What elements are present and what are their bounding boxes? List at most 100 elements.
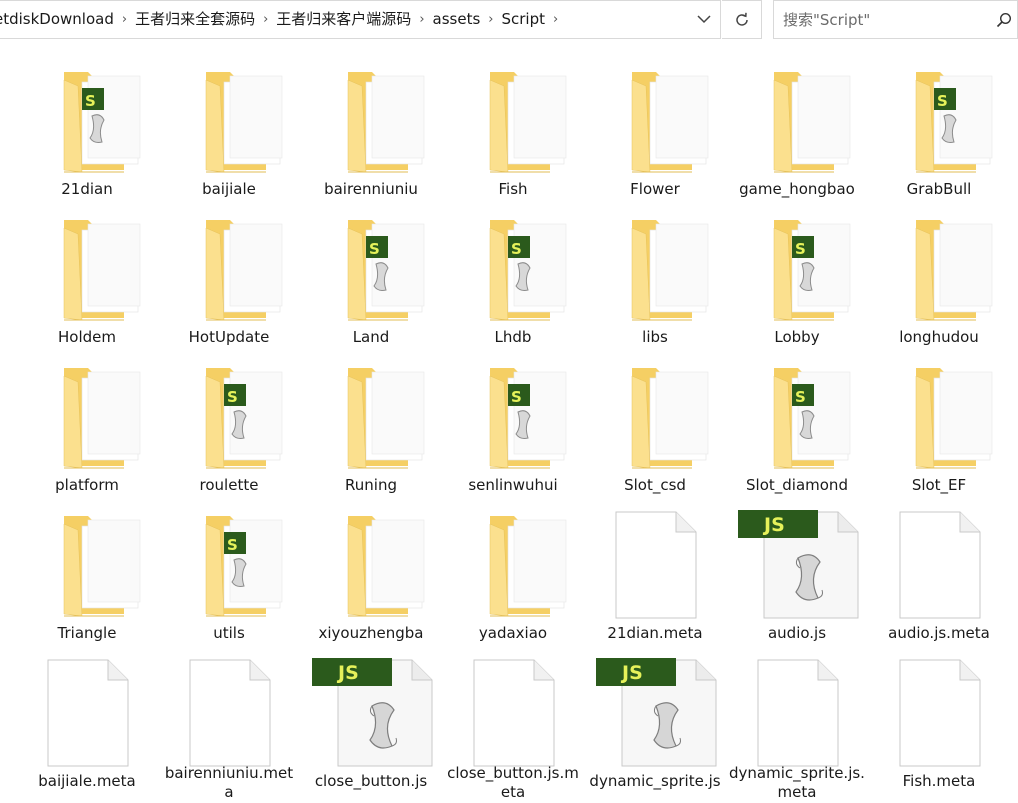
item-label: audio.js	[767, 624, 827, 642]
folder-item[interactable]: S 21dian	[16, 64, 158, 210]
item-label: senlinwuhui	[468, 476, 558, 494]
search-input[interactable]	[783, 10, 991, 29]
folder-item[interactable]: game_hongbao	[726, 64, 868, 210]
item-label: yadaxiao	[478, 624, 548, 642]
folder-item[interactable]: Triangle	[16, 508, 158, 654]
folder-item[interactable]: baijiale	[158, 64, 300, 210]
folder-item[interactable]: S Lobby	[726, 212, 868, 358]
folder-icon	[442, 508, 584, 624]
folder-with-js-icon: S	[868, 64, 1010, 180]
folder-item[interactable]: S Lhdb	[442, 212, 584, 358]
file-item[interactable]: JS audio.js	[726, 508, 868, 654]
blank-file-icon	[16, 656, 158, 772]
folder-icon	[300, 360, 442, 476]
folder-item[interactable]: S GrabBull	[868, 64, 1010, 210]
item-label: HotUpdate	[188, 328, 270, 346]
blank-file-icon	[584, 508, 726, 624]
folder-item[interactable]: HotUpdate	[158, 212, 300, 358]
item-label: libs	[642, 328, 668, 346]
folder-icon	[300, 508, 442, 624]
file-item[interactable]: dynamic_sprite.js.meta	[726, 656, 868, 802]
folder-item[interactable]: bairenniuniu	[300, 64, 442, 210]
breadcrumb-chevron-icon[interactable]: ›	[120, 1, 129, 38]
file-item[interactable]: close_button.js.meta	[442, 656, 584, 802]
breadcrumb-chevron-icon[interactable]: ›	[261, 1, 270, 38]
item-label: close_button.js	[314, 772, 428, 790]
breadcrumb-item[interactable]: Script	[495, 1, 551, 38]
file-item[interactable]: Fish.meta	[868, 656, 1010, 802]
folder-icon	[442, 64, 584, 180]
svg-text:S: S	[795, 388, 806, 406]
js-file-icon: JS	[300, 656, 442, 772]
folder-item[interactable]: S utils	[158, 508, 300, 654]
breadcrumb-chevron-icon[interactable]: ›	[551, 1, 560, 38]
file-item[interactable]: audio.js.meta	[868, 508, 1010, 654]
folder-with-js-icon: S	[158, 360, 300, 476]
file-grid: S 21dian baijiale bairenniuniu Fish Flow…	[0, 40, 1018, 803]
item-label: Slot_EF	[911, 476, 967, 494]
folder-item[interactable]: Fish	[442, 64, 584, 210]
folder-item[interactable]: Slot_csd	[584, 360, 726, 506]
folder-icon	[300, 64, 442, 180]
folder-item[interactable]: Runing	[300, 360, 442, 506]
item-label: audio.js.meta	[888, 624, 990, 642]
blank-file-icon	[158, 656, 300, 767]
breadcrumb-item[interactable]: assets	[427, 1, 487, 38]
breadcrumb-item[interactable]: 王者归来客户端源码	[270, 1, 417, 38]
search-box[interactable]	[773, 0, 1018, 39]
item-label: GrabBull	[906, 180, 972, 198]
toolbar: etdiskDownload › 王者归来全套源码 › 王者归来客户端源码 › assets…	[0, 0, 1018, 40]
item-label: roulette	[199, 476, 259, 494]
refresh-icon	[735, 12, 748, 26]
folder-with-js-icon: S	[300, 212, 442, 328]
folder-item[interactable]: longhudou	[868, 212, 1010, 358]
js-file-icon: JS	[584, 656, 726, 772]
breadcrumb-chevron-icon[interactable]: ›	[486, 1, 495, 38]
blank-file-icon	[442, 656, 584, 767]
folder-with-js-icon: S	[726, 360, 868, 476]
folder-item[interactable]: S Land	[300, 212, 442, 358]
item-label: Land	[352, 328, 390, 346]
svg-text:S: S	[227, 388, 238, 406]
item-label: Lobby	[774, 328, 820, 346]
folder-item[interactable]: Slot_EF	[868, 360, 1010, 506]
item-label: Slot_csd	[624, 476, 686, 494]
address-dropdown-button[interactable]	[686, 0, 722, 39]
folder-item[interactable]: libs	[584, 212, 726, 358]
item-label: 21dian	[61, 180, 113, 198]
file-item[interactable]: JS close_button.js	[300, 656, 442, 802]
item-label: baijiale.meta	[38, 772, 136, 790]
svg-text:S: S	[369, 240, 380, 258]
folder-with-js-icon: S	[442, 360, 584, 476]
address-bar[interactable]: etdiskDownload › 王者归来全套源码 › 王者归来客户端源码 › assets…	[0, 0, 721, 39]
file-item[interactable]: JS dynamic_sprite.js	[584, 656, 726, 802]
svg-text:JS: JS	[620, 662, 643, 684]
folder-icon	[16, 212, 158, 328]
folder-item[interactable]: Flower	[584, 64, 726, 210]
item-label: Fish.meta	[902, 772, 976, 790]
breadcrumb-item[interactable]: etdiskDownload	[0, 1, 120, 38]
file-item[interactable]: 21dian.meta	[584, 508, 726, 654]
search-icon[interactable]	[991, 0, 1017, 39]
item-label: Lhdb	[494, 328, 532, 346]
folder-icon	[158, 64, 300, 180]
folder-item[interactable]: S Slot_diamond	[726, 360, 868, 506]
folder-item[interactable]: yadaxiao	[442, 508, 584, 654]
refresh-button[interactable]	[722, 0, 762, 39]
breadcrumb-chevron-icon[interactable]: ›	[417, 1, 426, 38]
folder-item[interactable]: platform	[16, 360, 158, 506]
item-label: longhudou	[899, 328, 979, 346]
breadcrumb-item[interactable]: 王者归来全套源码	[129, 1, 261, 38]
svg-text:JS: JS	[336, 662, 359, 684]
folder-item[interactable]: S roulette	[158, 360, 300, 506]
svg-text:S: S	[511, 240, 522, 258]
file-item[interactable]: baijiale.meta	[16, 656, 158, 802]
file-item[interactable]: bairenniuniu.meta	[158, 656, 300, 802]
blank-file-icon	[726, 656, 868, 767]
folder-icon	[868, 212, 1010, 328]
folder-icon	[584, 212, 726, 328]
folder-with-js-icon: S	[442, 212, 584, 328]
folder-item[interactable]: S senlinwuhui	[442, 360, 584, 506]
folder-item[interactable]: xiyouzhengba	[300, 508, 442, 654]
folder-item[interactable]: Holdem	[16, 212, 158, 358]
